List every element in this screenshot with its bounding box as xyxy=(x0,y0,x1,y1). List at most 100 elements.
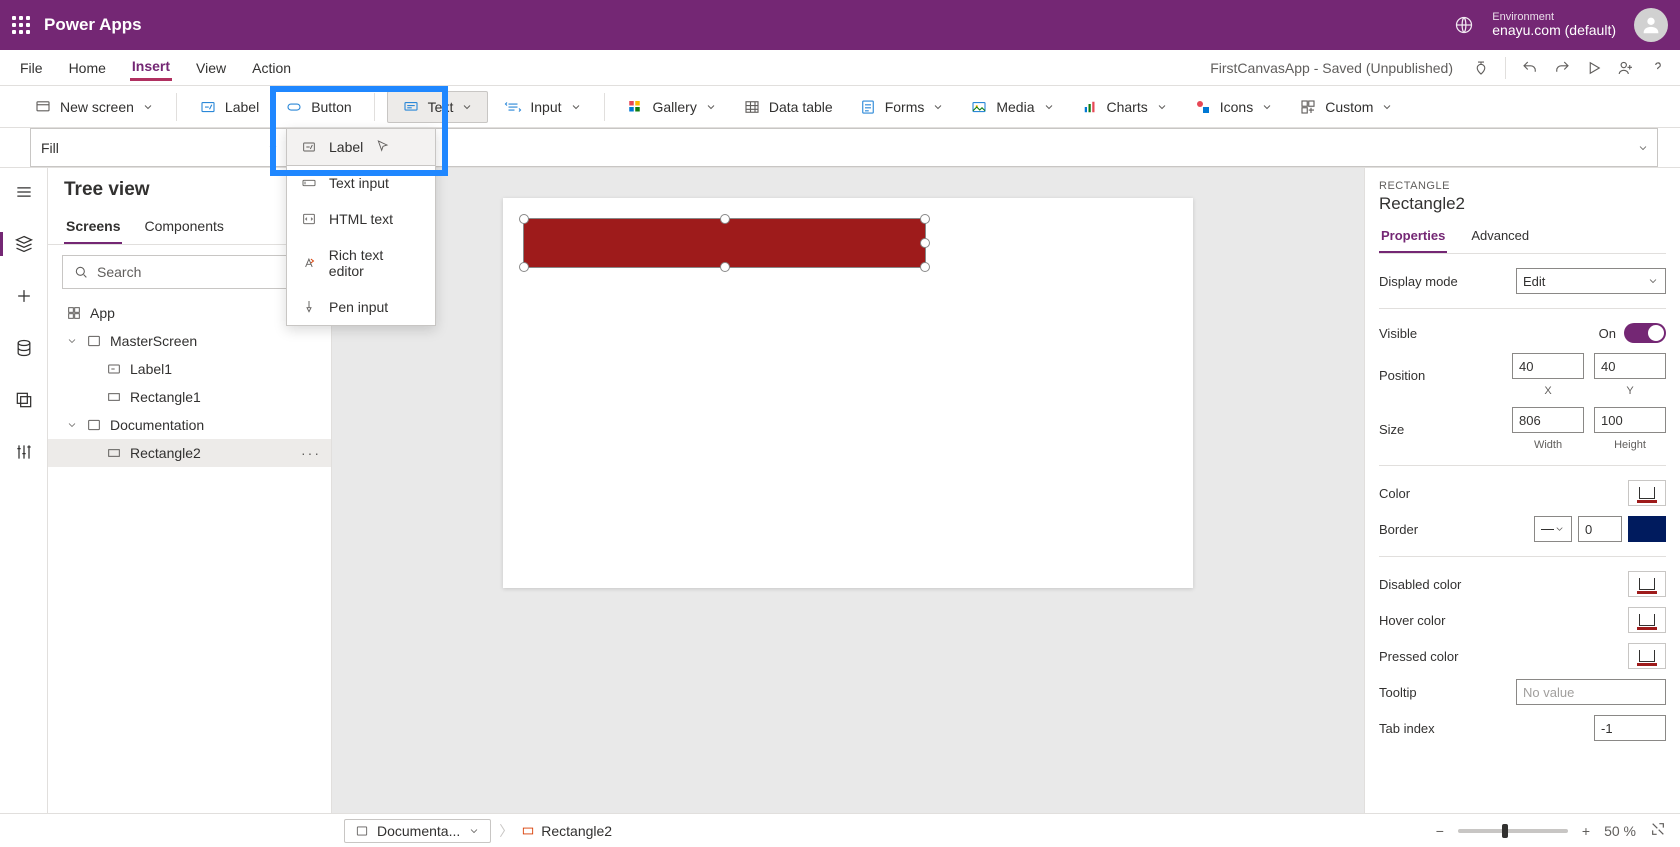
text-menu-button[interactable]: Text xyxy=(387,91,489,123)
border-style-select[interactable] xyxy=(1534,516,1572,542)
button-button[interactable]: Button xyxy=(275,92,361,122)
zoom-in-button[interactable]: + xyxy=(1582,823,1590,839)
resize-handle-e[interactable] xyxy=(920,238,930,248)
input-label: Input xyxy=(530,99,561,115)
menu-home[interactable]: Home xyxy=(67,56,108,80)
menu-action[interactable]: Action xyxy=(250,56,293,80)
position-x-input[interactable]: 40 xyxy=(1512,353,1584,379)
undo-button[interactable] xyxy=(1516,54,1544,82)
prop-name: Rectangle2 xyxy=(1379,194,1666,214)
visible-toggle[interactable] xyxy=(1624,323,1666,343)
user-avatar[interactable] xyxy=(1634,8,1668,42)
share-button[interactable] xyxy=(1612,54,1640,82)
prop-tab-advanced[interactable]: Advanced xyxy=(1469,224,1531,253)
display-mode-label: Display mode xyxy=(1379,274,1458,289)
tree-node-documentation[interactable]: Documentation xyxy=(48,411,331,439)
gallery-button[interactable]: Gallery xyxy=(617,92,727,122)
resize-handle-se[interactable] xyxy=(920,262,930,272)
dropdown-item-pen-input[interactable]: Pen input xyxy=(287,289,435,325)
charts-button[interactable]: Charts xyxy=(1071,92,1178,122)
left-rail xyxy=(0,168,48,813)
breadcrumb-control[interactable]: Rectangle2 xyxy=(521,823,612,839)
data-table-button[interactable]: Data table xyxy=(733,92,843,122)
resize-handle-s[interactable] xyxy=(720,262,730,272)
rectangle2-shape[interactable] xyxy=(523,218,926,268)
tree-node-label1[interactable]: Label1 xyxy=(48,355,331,383)
environment-picker[interactable]: Environment enayu.com (default) xyxy=(1492,11,1616,38)
menu-view[interactable]: View xyxy=(194,56,228,80)
display-mode-select[interactable]: Edit xyxy=(1516,268,1666,294)
size-height-input[interactable]: 100 xyxy=(1594,407,1666,433)
expand-formula-icon[interactable] xyxy=(1637,142,1649,154)
rectangle-icon xyxy=(106,445,122,461)
icons-label: Icons xyxy=(1220,99,1253,115)
menu-bar: File Home Insert View Action FirstCanvas… xyxy=(0,50,1680,86)
resize-handle-sw[interactable] xyxy=(519,262,529,272)
breadcrumb-screen[interactable]: Documenta... xyxy=(344,819,491,843)
tree-search-input[interactable]: Search xyxy=(62,255,317,289)
label-button[interactable]: Label xyxy=(189,92,269,122)
property-selector[interactable]: Fill xyxy=(30,128,290,167)
media-button[interactable]: Media xyxy=(960,92,1064,122)
zoom-out-button[interactable]: − xyxy=(1436,823,1444,839)
property-selector-value: Fill xyxy=(41,140,59,156)
rail-treeview-button[interactable] xyxy=(10,230,38,258)
dropdown-item-rich-text[interactable]: Rich text editor xyxy=(287,237,435,289)
tree-tab-components[interactable]: Components xyxy=(142,212,225,244)
dropdown-item-html-text[interactable]: HTML text xyxy=(287,201,435,237)
rail-hamburger-button[interactable] xyxy=(10,178,38,206)
canvas[interactable] xyxy=(503,198,1193,588)
disabled-color-swatch[interactable] xyxy=(1628,571,1666,597)
size-width-input[interactable]: 806 xyxy=(1512,407,1584,433)
play-button[interactable] xyxy=(1580,54,1608,82)
insert-ribbon: New screen Label Button Text Input Galle… xyxy=(0,86,1680,128)
chevron-down-icon xyxy=(66,335,78,347)
label-icon xyxy=(106,361,122,377)
position-y-input[interactable]: 40 xyxy=(1594,353,1666,379)
tree-node-rectangle2[interactable]: Rectangle2 ··· xyxy=(48,439,331,467)
help-button[interactable] xyxy=(1644,54,1672,82)
dropdown-item-label[interactable]: Label xyxy=(286,128,436,166)
custom-button[interactable]: Custom xyxy=(1289,92,1403,122)
rich-text-icon xyxy=(301,255,317,271)
app-icon xyxy=(66,305,82,321)
custom-label: Custom xyxy=(1325,99,1373,115)
redo-button[interactable] xyxy=(1548,54,1576,82)
environment-icon xyxy=(1454,15,1474,35)
resize-handle-n[interactable] xyxy=(720,214,730,224)
search-placeholder: Search xyxy=(97,264,141,280)
tooltip-label: Tooltip xyxy=(1379,685,1417,700)
resize-handle-nw[interactable] xyxy=(519,214,529,224)
tree-node-more-button[interactable]: ··· xyxy=(301,445,321,461)
resize-handle-ne[interactable] xyxy=(920,214,930,224)
border-width-input[interactable]: 0 xyxy=(1578,516,1622,542)
border-color-swatch[interactable] xyxy=(1628,516,1666,542)
input-menu-button[interactable]: Input xyxy=(494,92,591,122)
prop-tab-properties[interactable]: Properties xyxy=(1379,224,1447,253)
rail-data-button[interactable] xyxy=(10,334,38,362)
new-screen-button[interactable]: New screen xyxy=(24,92,164,122)
app-checker-button[interactable] xyxy=(1467,54,1495,82)
app-launcher-icon[interactable] xyxy=(12,16,30,34)
forms-button[interactable]: Forms xyxy=(849,92,955,122)
zoom-slider[interactable] xyxy=(1458,829,1568,833)
hover-color-swatch[interactable] xyxy=(1628,607,1666,633)
rail-tools-button[interactable] xyxy=(10,438,38,466)
menu-file[interactable]: File xyxy=(18,56,45,80)
visible-on-text: On xyxy=(1599,326,1616,341)
formula-input[interactable] xyxy=(327,128,1658,167)
rail-insert-button[interactable] xyxy=(10,282,38,310)
pressed-color-swatch[interactable] xyxy=(1628,643,1666,669)
color-swatch[interactable] xyxy=(1628,480,1666,506)
tree-node-rectangle1[interactable]: Rectangle1 xyxy=(48,383,331,411)
dropdown-item-text-input[interactable]: Text input xyxy=(287,165,435,201)
tooltip-input[interactable]: No value xyxy=(1516,679,1666,705)
tabindex-input[interactable]: -1 xyxy=(1594,715,1666,741)
menu-insert[interactable]: Insert xyxy=(130,54,172,81)
tree-node-masterscreen[interactable]: MasterScreen xyxy=(48,327,331,355)
tree-tab-screens[interactable]: Screens xyxy=(64,212,122,244)
icons-button[interactable]: Icons xyxy=(1184,92,1283,122)
rail-media-button[interactable] xyxy=(10,386,38,414)
fit-to-window-button[interactable] xyxy=(1650,821,1666,840)
label-icon xyxy=(301,139,317,155)
